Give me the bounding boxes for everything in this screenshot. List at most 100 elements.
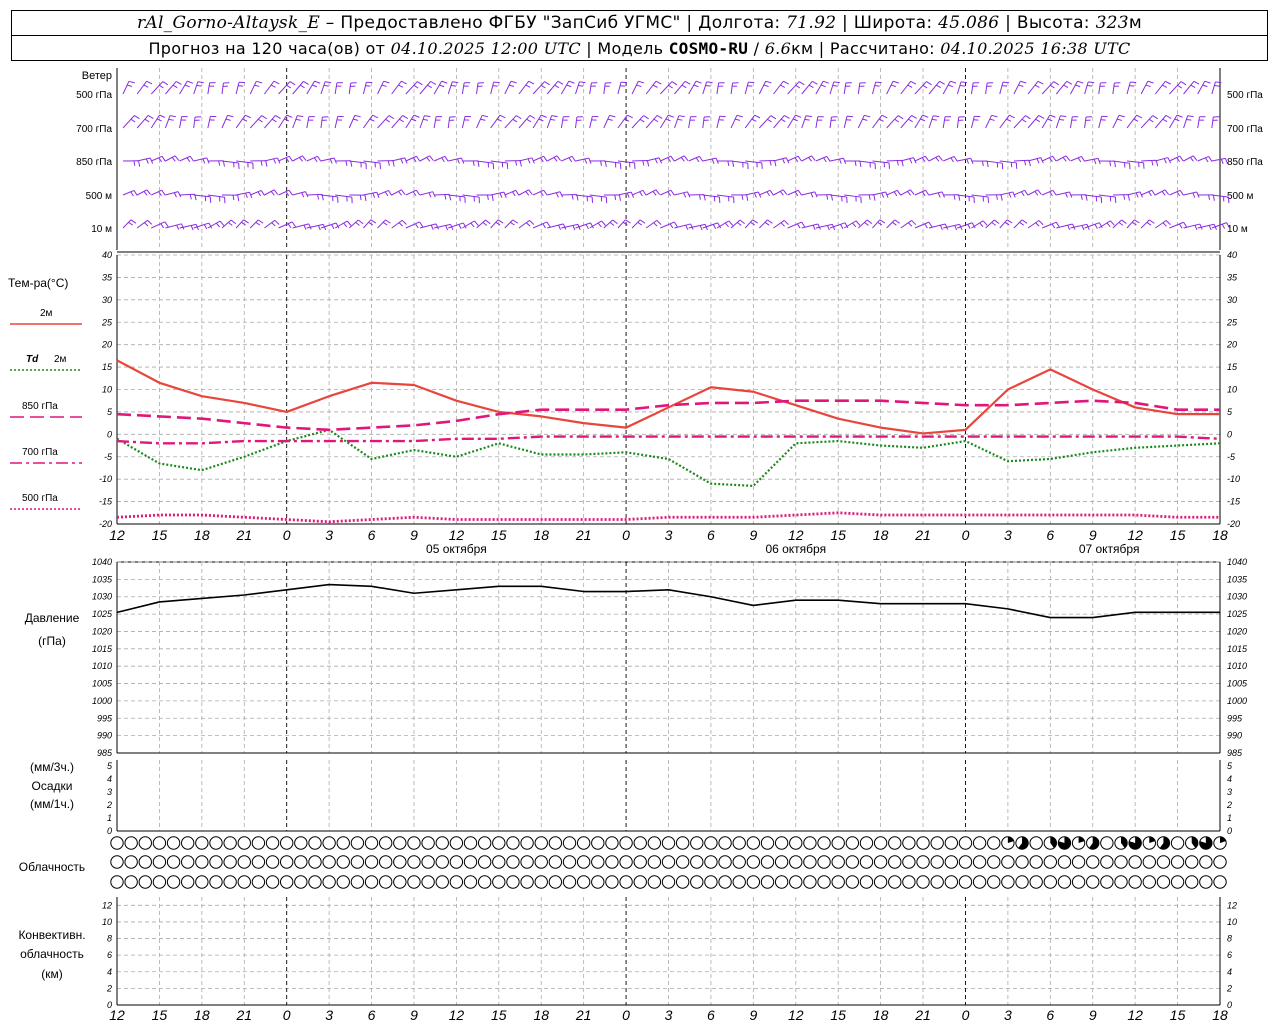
wind-level-label-left: 10 м	[91, 224, 112, 235]
wind-barb-flag	[1080, 194, 1083, 200]
wind-barb-flag	[159, 84, 164, 89]
wind-barb	[547, 223, 567, 230]
cloud-symbol	[774, 855, 789, 869]
wind-barb-staff	[448, 157, 462, 162]
wind-barb-flag	[175, 80, 182, 85]
bottom-xtick: 21	[575, 1007, 592, 1023]
wind-barb	[928, 80, 945, 95]
cloud-symbol	[845, 836, 860, 850]
wind-barb	[561, 193, 579, 201]
wind-barb	[660, 155, 675, 163]
cloud-symbol	[675, 855, 690, 869]
wind-barb-flag	[1052, 190, 1057, 196]
cloud-symbol	[647, 855, 662, 869]
wind-barb-staff	[942, 80, 951, 95]
wind-barb-staff	[886, 159, 902, 162]
wind-barb-flag	[1077, 157, 1082, 163]
wind-barb	[900, 189, 915, 196]
wind-barb-staff	[829, 222, 846, 229]
cloud-symbol	[902, 855, 916, 869]
cloud-symbol	[661, 855, 676, 869]
wind-barb-staff	[278, 114, 288, 129]
convective-ytick-left: 8	[107, 934, 112, 944]
wind-barb	[391, 189, 406, 196]
wind-barb-staff	[193, 117, 196, 129]
wind-barb-staff	[476, 82, 479, 95]
wind-barb-flag	[416, 155, 421, 162]
cloud-symbol	[449, 875, 464, 889]
wind-barb-staff	[589, 82, 592, 95]
wind-barb	[476, 114, 489, 129]
wind-barb	[278, 114, 293, 129]
wind-barb-flag	[859, 160, 862, 168]
wind-barb-staff	[165, 81, 177, 95]
wind-barb	[815, 155, 831, 163]
wind-barb-flag	[805, 115, 812, 118]
temp-xtick: 3	[1004, 527, 1012, 543]
wind-barb-flag	[655, 80, 662, 85]
cloud-symbol	[449, 855, 464, 869]
precip-ytick-right: 2	[1226, 800, 1232, 810]
cloud-symbol	[916, 855, 930, 869]
wind-barb-staff	[985, 82, 988, 95]
wind-barb-staff	[1155, 157, 1169, 162]
wind-barb-flag	[457, 158, 460, 164]
wind-barb-staff	[179, 116, 183, 129]
wind-barb-flag	[228, 222, 233, 226]
wind-barb-flag	[1088, 81, 1095, 84]
wind-barb-flag	[445, 225, 449, 231]
wind-level-label-left: 500 гПа	[76, 90, 112, 101]
wind-barb	[674, 223, 694, 230]
wind-barb	[716, 220, 734, 229]
wind-barb-staff	[391, 157, 405, 162]
wind-barb	[815, 116, 824, 129]
wind-barb	[815, 194, 834, 201]
wind-barb	[914, 114, 929, 129]
wind-barb-flag	[470, 222, 475, 228]
wind-barb-flag	[515, 190, 520, 196]
wind-barb-flag	[216, 222, 220, 228]
wind-barb	[971, 160, 989, 168]
cloud-symbol	[972, 875, 987, 889]
wind-barb	[603, 82, 612, 95]
wind-barb-staff	[1169, 114, 1178, 129]
wind-barb-staff	[136, 80, 148, 95]
wind-barb-flag	[227, 114, 234, 118]
wind-barb-flag	[767, 118, 772, 123]
wind-barb-staff	[546, 81, 559, 95]
pressure-ytick-right: 1030	[1227, 592, 1247, 602]
wind-barb-flag	[385, 219, 391, 224]
wind-barb-flag	[130, 118, 136, 123]
wind-barb-flag	[808, 157, 813, 162]
wind-barb	[928, 223, 949, 230]
cloud-symbol	[350, 855, 365, 869]
wind-barb	[660, 221, 678, 229]
wind-barb	[716, 82, 725, 95]
wind-barb	[1055, 115, 1067, 129]
wind-barb-staff	[872, 219, 881, 229]
wind-barb-staff	[504, 219, 514, 229]
wind-barb-flag	[1049, 114, 1056, 118]
wind-barb-staff	[136, 115, 149, 129]
wind-barb-flag	[1036, 158, 1040, 164]
wind-barb	[1211, 116, 1220, 129]
wind-barb-flag	[568, 157, 573, 163]
cloud-symbol	[930, 875, 944, 889]
wind-barb-staff	[617, 82, 622, 95]
wind-barb-flag	[312, 84, 318, 88]
wind-barb-flag	[609, 221, 615, 226]
temp-ytick-left: 15	[102, 362, 113, 372]
wind-level-label-right: 500 гПа	[1227, 90, 1263, 101]
wind-barb-staff	[320, 81, 326, 95]
wind-barb	[136, 219, 153, 229]
wind-barb-staff	[292, 115, 298, 129]
cloud-symbol	[1170, 855, 1185, 869]
wind-barb	[589, 160, 607, 167]
wind-barb-flag	[896, 160, 899, 166]
wind-barb-flag	[1118, 114, 1125, 118]
wind-barb-flag	[1152, 115, 1159, 120]
cloud-symbol	[223, 855, 237, 869]
wind-barb-flag	[881, 192, 885, 198]
wind-barb-flag	[579, 81, 586, 84]
wind-barb-flag	[496, 118, 502, 122]
